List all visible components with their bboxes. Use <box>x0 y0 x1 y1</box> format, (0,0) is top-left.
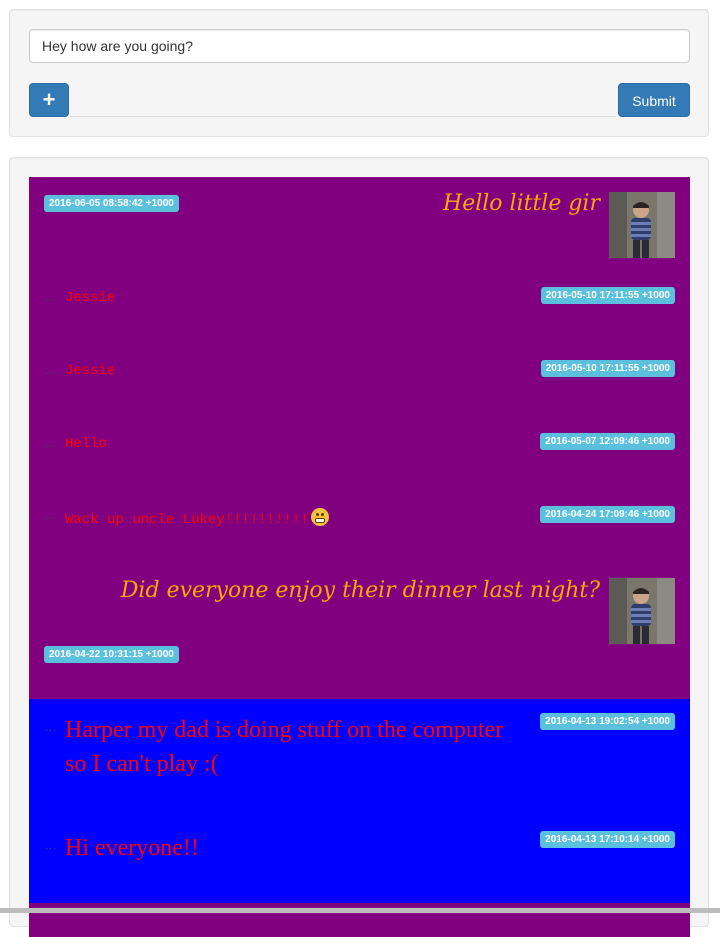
submit-button[interactable]: Submit <box>618 83 690 117</box>
post-timestamp: 2016-04-24 17:09:46 +1000 <box>540 506 675 523</box>
post-dots: ... <box>45 840 58 852</box>
post-group-blue: ... Harper my dad is doing stuff on the … <box>29 699 690 903</box>
post-list: 2016-06-05 08:58:42 +1000 Hello little g… <box>29 177 690 937</box>
post-timestamp: 2016-05-10 17:11:55 +1000 <box>540 287 675 304</box>
post-text: Harper my dad is doing stuff on the comp… <box>65 717 504 777</box>
post-text: Jessie <box>65 290 116 306</box>
avatar <box>609 578 675 644</box>
post-text: Hi everyone!! <box>65 835 199 861</box>
post-text: Did everyone enjoy their dinner last nig… <box>120 578 600 603</box>
composer-divider <box>70 116 616 117</box>
post-timestamp: 2016-04-22 10:31:15 +1000 <box>44 646 179 663</box>
post-text: Wack up uncle Lukey!!!!!!!!!! <box>65 512 309 528</box>
post-group-purple: 2016-06-05 08:58:42 +1000 Hello little g… <box>29 177 690 699</box>
post-dots: ... <box>45 722 58 734</box>
post-text-line: Wack up uncle Lukey!!!!!!!!!! <box>65 508 329 528</box>
post-timestamp: 2016-04-13 17:10:14 +1000 <box>540 831 675 848</box>
post-timestamp: 2016-05-10 17:11:55 +1000 <box>540 360 675 377</box>
post-timestamp: 2016-04-13 19:02:54 +1000 <box>540 713 675 730</box>
post-dots: ... <box>45 438 58 450</box>
post-timestamp: 2016-05-07 12:09:46 +1000 <box>540 433 675 450</box>
posts-panel: 2016-06-05 08:58:42 +1000 Hello little g… <box>9 157 709 937</box>
avatar <box>609 192 675 258</box>
message-input[interactable] <box>29 29 690 63</box>
composer-panel: + Submit <box>9 9 709 137</box>
post-timestamp: 2016-06-05 08:58:42 +1000 <box>44 195 179 212</box>
post-text: Hello <box>65 436 108 452</box>
post-dots: ... <box>45 510 58 522</box>
grimacing-face-icon <box>310 508 329 526</box>
post-dots: ... <box>45 292 58 304</box>
post-text: Jessie <box>65 363 116 379</box>
horizontal-scrollbar[interactable] <box>0 908 720 913</box>
post-dots: ... <box>45 365 58 377</box>
add-button[interactable]: + <box>29 83 69 117</box>
post-text: Hello little gir <box>443 191 600 216</box>
